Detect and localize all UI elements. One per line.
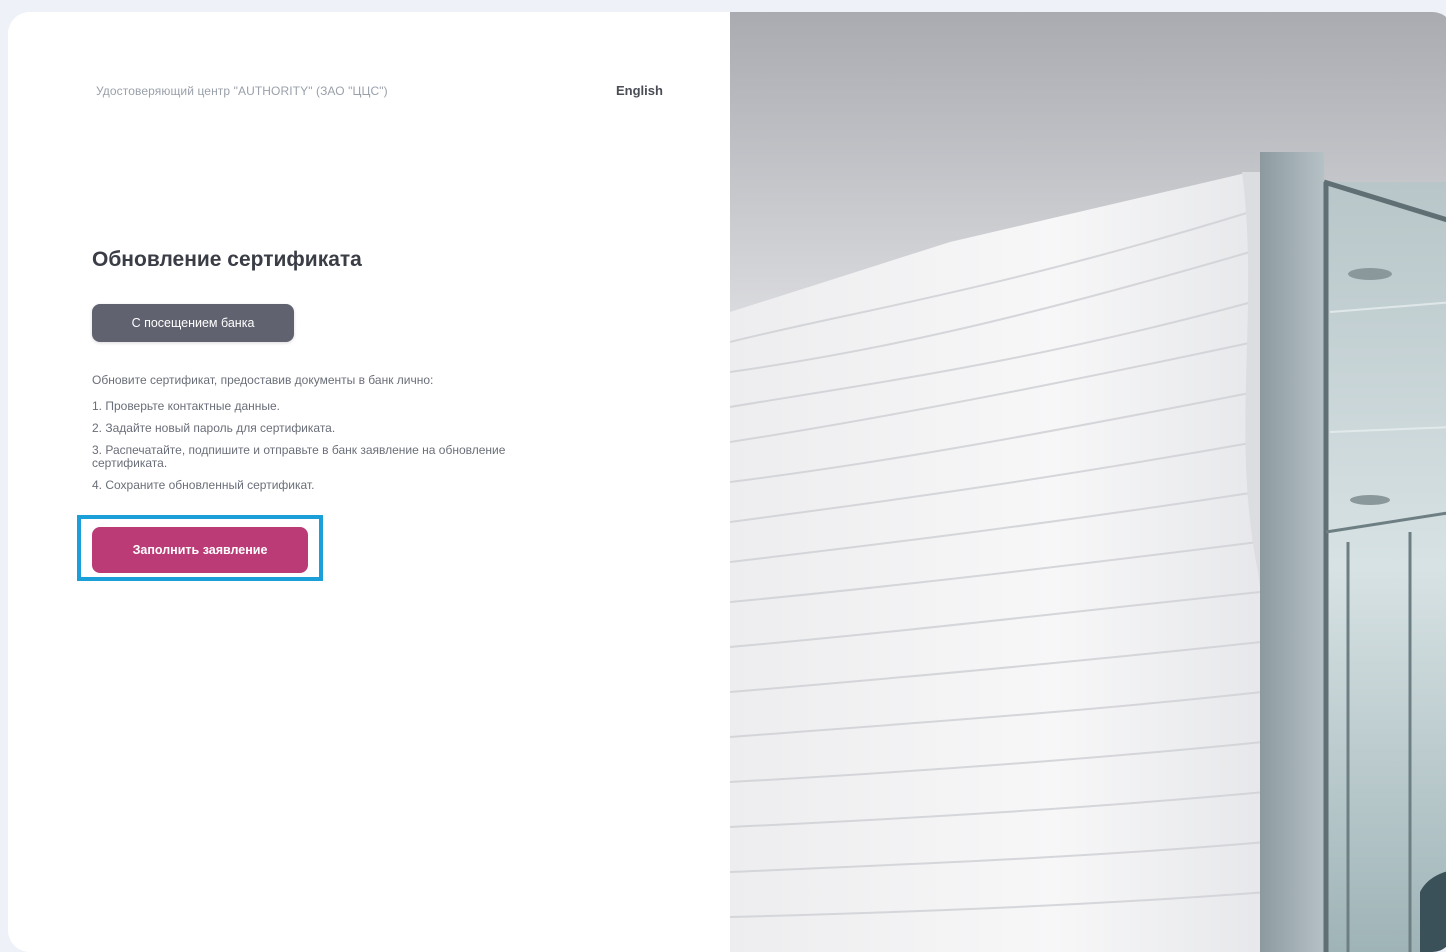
bank-visit-mode-button[interactable]: С посещением банка <box>92 304 294 342</box>
step-item: 3. Распечатайте, подпишите и отправьте в… <box>92 443 506 470</box>
brand-title: Удостоверяющий центр "AUTHORITY" (ЗАО "Ц… <box>96 84 388 98</box>
step-item: 2. Задайте новый пароль для сертификата. <box>92 421 336 435</box>
app-window: Удостоверяющий центр "AUTHORITY" (ЗАО "Ц… <box>8 12 1446 952</box>
step-item: 1. Проверьте контактные данные. <box>92 399 281 413</box>
fill-application-button[interactable]: Заполнить заявление <box>92 527 308 573</box>
content-panel: Удостоверяющий центр "AUTHORITY" (ЗАО "Ц… <box>8 12 730 952</box>
steps-list: 1. Проверьте контактные данные. 2. Задай… <box>92 400 582 501</box>
language-switch-link[interactable]: English <box>616 83 663 98</box>
step-item: 4. Сохраните обновленный сертификат. <box>92 478 315 492</box>
interior-wavy-wall-image <box>730 12 1446 952</box>
page-title: Обновление сертификата <box>92 248 362 271</box>
intro-text: Обновите сертификат, предоставив докумен… <box>92 373 434 387</box>
